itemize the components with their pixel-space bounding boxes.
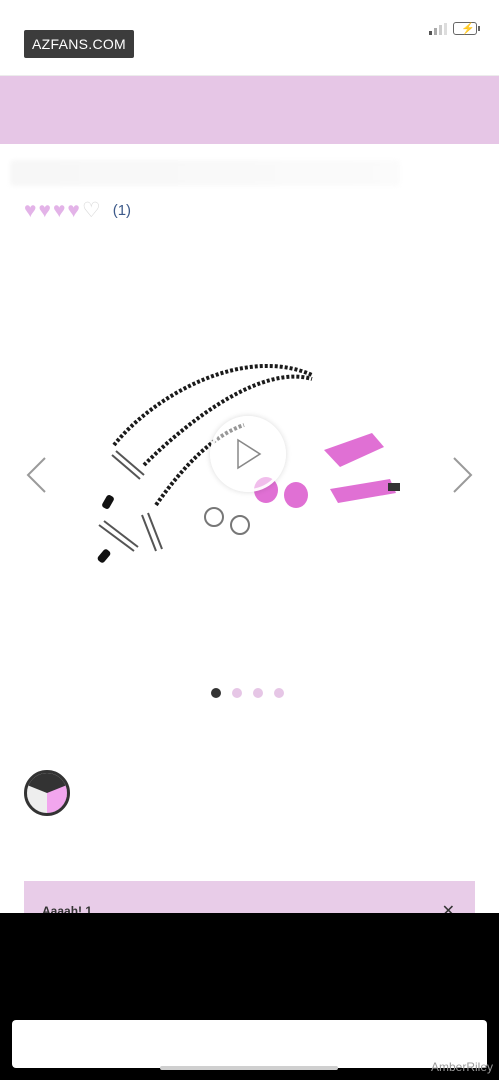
product-rating[interactable]: ♥ ♥ ♥ ♥ ♡ (1) [24, 200, 131, 221]
heart-icon: ♥ [52, 199, 66, 222]
carousel-dot[interactable] [232, 688, 242, 698]
product-image-carousel[interactable] [0, 300, 499, 660]
heart-icon: ♥ [24, 199, 37, 222]
home-indicator [160, 1066, 338, 1070]
chevron-right-icon[interactable] [451, 455, 475, 495]
carousel-dot[interactable] [274, 688, 284, 698]
carousel-dot[interactable] [211, 688, 221, 698]
carousel-pagination [211, 688, 284, 698]
watermark-credit: AmberRiley [430, 1060, 493, 1074]
heart-empty-icon: ♡ [81, 199, 101, 222]
heart-icon: ♥ [38, 199, 51, 222]
heart-icon: ♥ [67, 199, 80, 222]
bottom-action-bar[interactable] [12, 1020, 487, 1068]
play-icon [237, 438, 262, 470]
promo-banner[interactable] [0, 76, 499, 144]
carousel-dot[interactable] [253, 688, 263, 698]
battery-icon: ⚡ [453, 22, 480, 35]
review-count-link[interactable]: (1) [113, 202, 131, 219]
color-swatch[interactable] [24, 770, 70, 816]
status-icons: ⚡ [429, 22, 480, 35]
play-video-button[interactable] [210, 416, 286, 492]
status-bar: AZFANS.COM ⚡ [0, 0, 499, 76]
chevron-left-icon[interactable] [24, 455, 48, 495]
watermark-label: AZFANS.COM [24, 30, 135, 58]
signal-icon [429, 22, 447, 35]
product-title [10, 160, 400, 186]
